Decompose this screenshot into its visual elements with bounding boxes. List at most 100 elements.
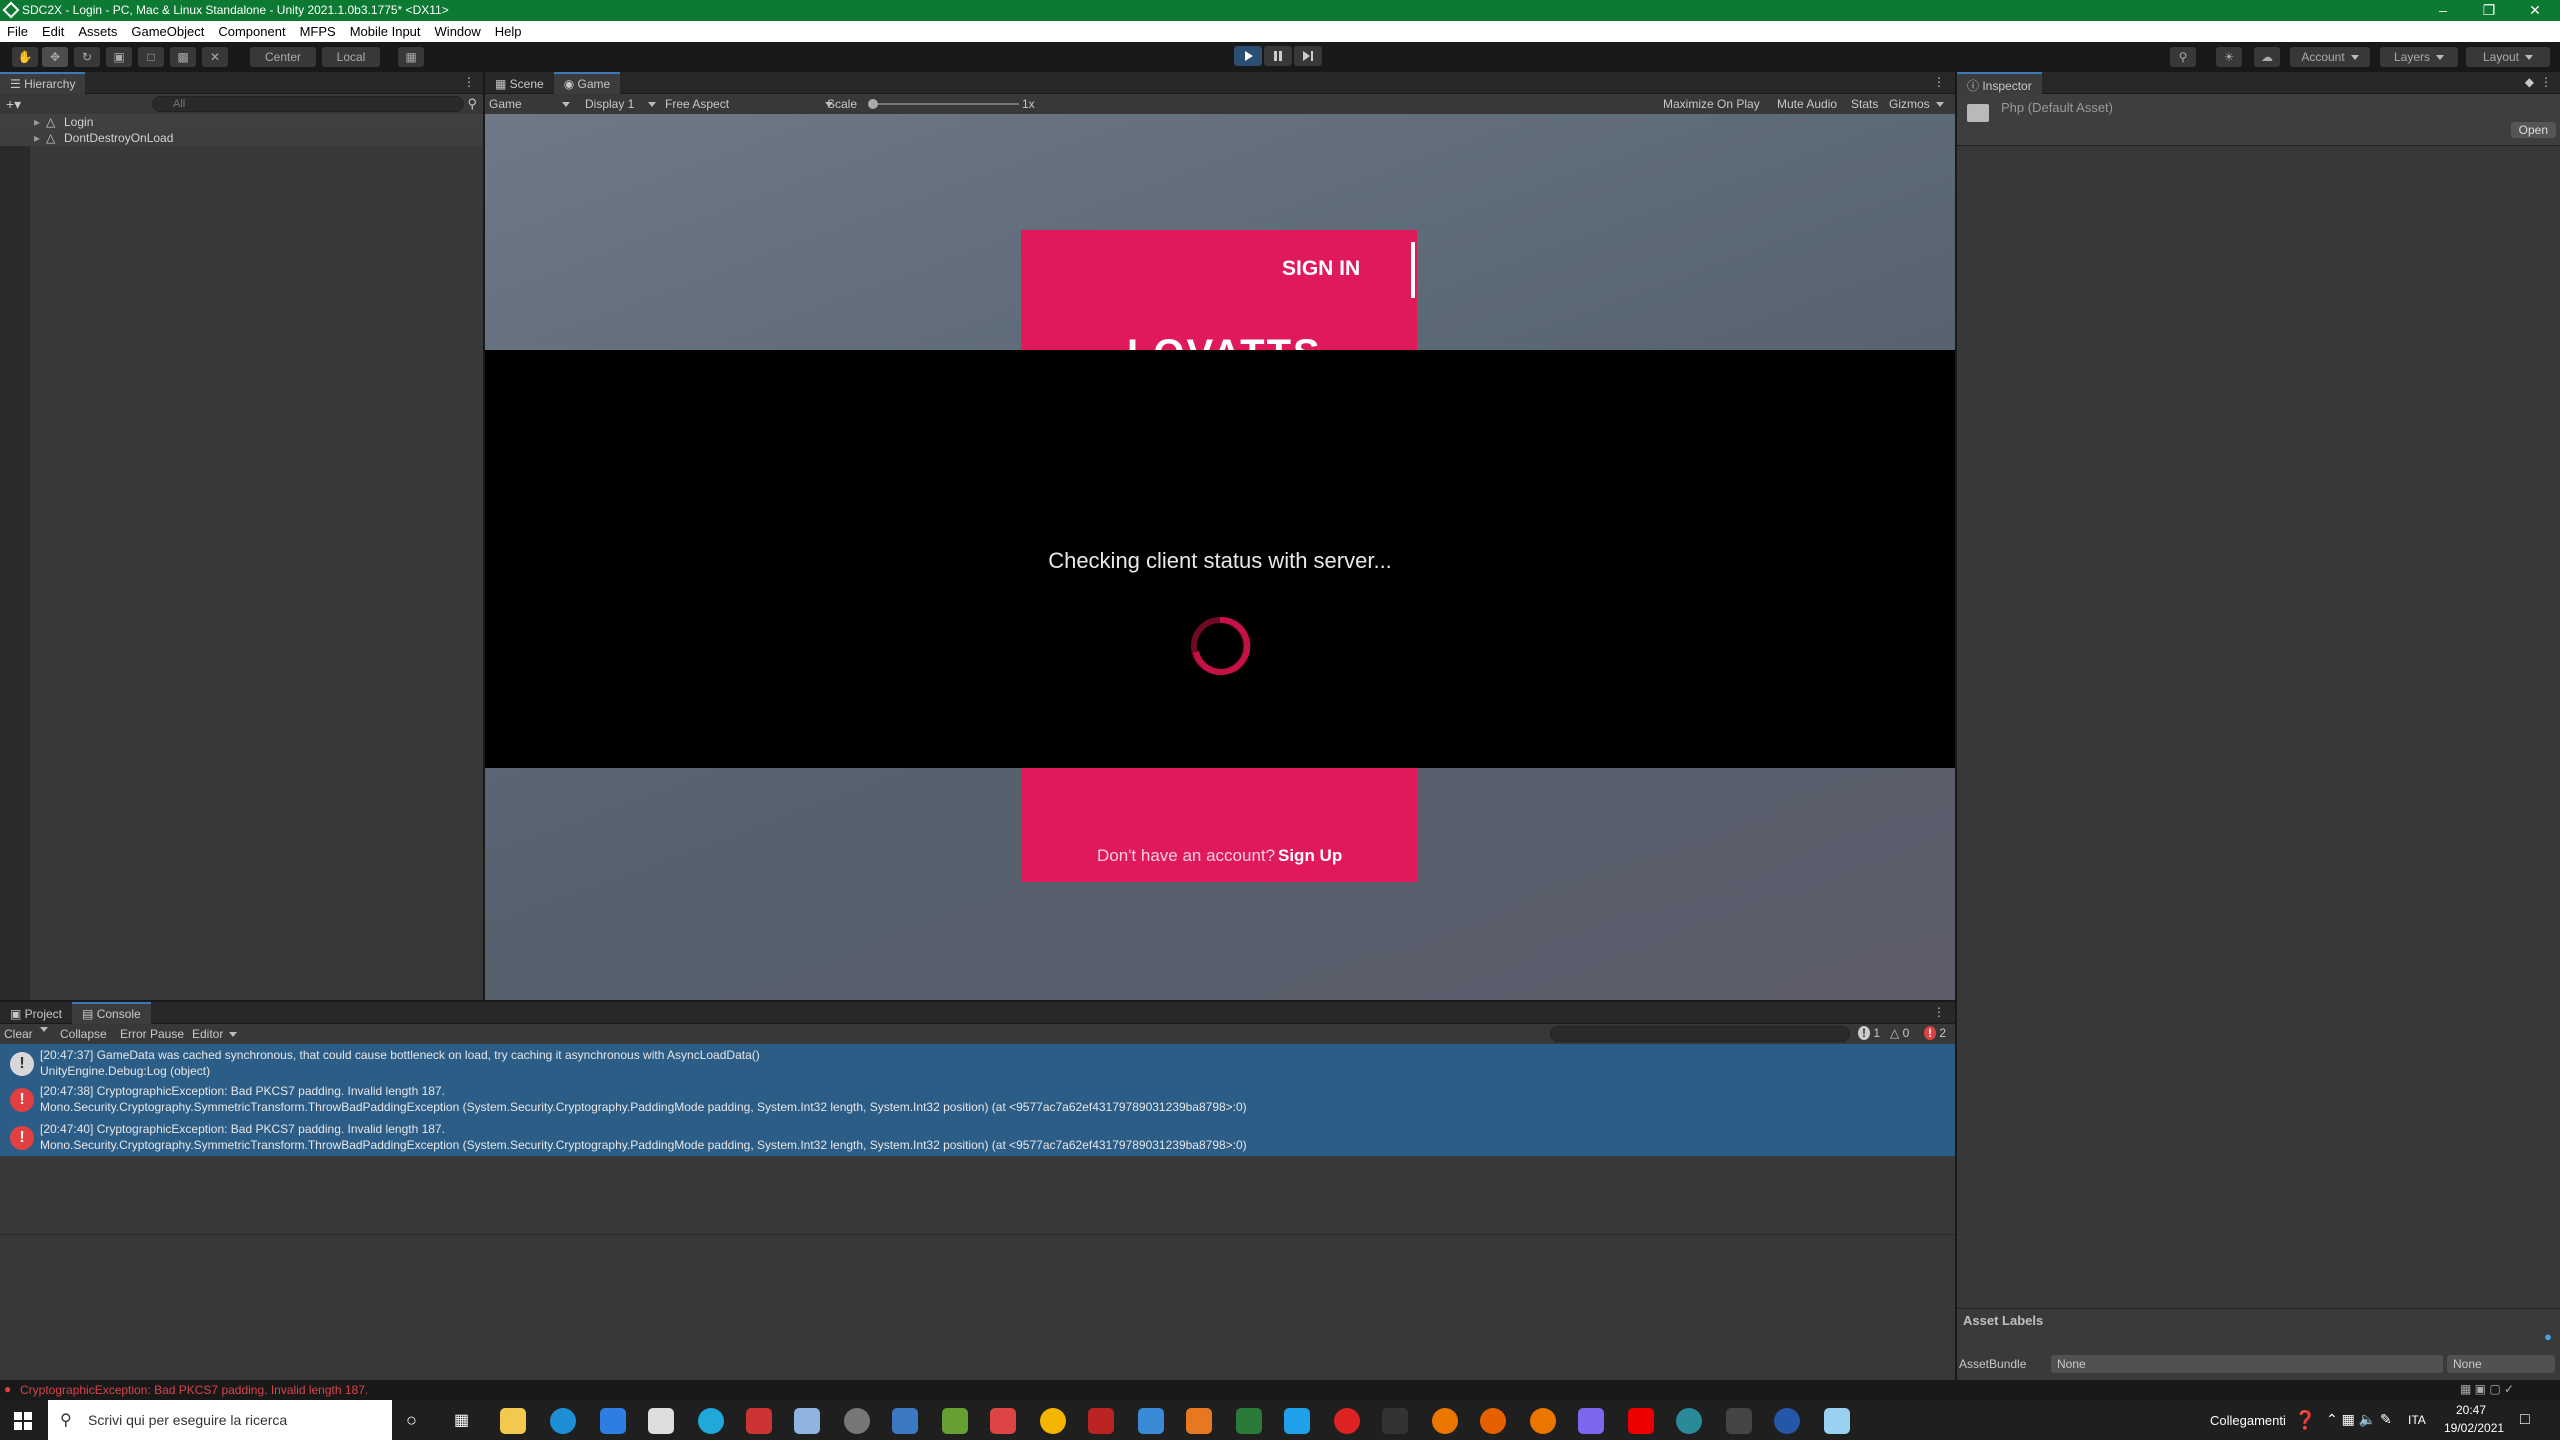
editor-dropdown[interactable]: Editor [192, 1027, 238, 1041]
navy-app-icon[interactable] [1774, 1408, 1800, 1434]
windows-start-icon[interactable] [14, 1412, 32, 1430]
tab-game[interactable]: ◉ Game [553, 72, 621, 94]
notepad-icon[interactable] [1824, 1408, 1850, 1434]
chevron-down-icon[interactable] [40, 1027, 48, 1032]
tab-hierarchy[interactable]: ☰ Hierarchy [0, 72, 86, 94]
snap-icon[interactable]: ▦ [398, 47, 424, 67]
collapse-toggle[interactable]: Collapse [60, 1027, 107, 1041]
display-dropdown[interactable]: Display 1 [585, 97, 657, 111]
nvidia-icon[interactable] [942, 1408, 968, 1434]
tab-console[interactable]: ▤ Console [72, 1002, 151, 1024]
scale-slider[interactable] [868, 99, 1019, 109]
hierarchy-item-dontdestroyonload[interactable]: ▸ △ DontDestroyOnLoad [0, 130, 483, 146]
more-options-icon[interactable]: ⋮ [1933, 1005, 1945, 1019]
file-explorer-icon[interactable] [500, 1408, 526, 1434]
rect-tool-icon[interactable]: □ [138, 47, 164, 67]
network-app-icon[interactable] [844, 1408, 870, 1434]
help-icon[interactable]: ❓ [2294, 1410, 2316, 1431]
language-indicator[interactable]: ITA [2408, 1413, 2426, 1427]
console-row[interactable]: ! [20:47:38] CryptographicException: Bad… [0, 1080, 1955, 1118]
taskbar-search[interactable]: ⚲ Scrivi qui per eseguire la ricerca [48, 1400, 392, 1440]
tray-icons[interactable]: ⌃ ▦ 🔈 ✎ [2326, 1411, 2392, 1428]
rotate-tool-icon[interactable]: ↻ [74, 47, 100, 67]
menu-mobile-input[interactable]: Mobile Input [343, 21, 428, 39]
hierarchy-item-login[interactable]: ▸ △ Login [0, 114, 483, 130]
play-button[interactable] [1234, 46, 1262, 66]
scene-search-icon[interactable]: ⚲ [467, 96, 477, 112]
notification-icon[interactable]: □ [2520, 1411, 2530, 1429]
teal-app-icon[interactable] [1676, 1408, 1702, 1434]
account-dropdown[interactable]: Account [2290, 47, 2370, 67]
open-button[interactable]: Open [2510, 122, 2556, 138]
asset-variant-dropdown[interactable]: None [2447, 1355, 2555, 1373]
menu-mfps[interactable]: MFPS [293, 21, 343, 39]
console-divider[interactable] [0, 1234, 1955, 1235]
blender-icon[interactable] [1432, 1408, 1458, 1434]
scale-slider-handle[interactable] [868, 99, 878, 109]
clock-date[interactable]: 19/02/2021 [2444, 1421, 2504, 1435]
blender-2-icon[interactable] [1530, 1408, 1556, 1434]
more-options-icon[interactable]: ⋮ [1933, 75, 1945, 89]
sign-up-link[interactable]: Sign Up [1278, 846, 1342, 866]
mute-audio-toggle[interactable]: Mute Audio [1777, 97, 1837, 111]
hierarchy-search-input[interactable] [152, 96, 464, 112]
p-app-icon[interactable] [648, 1408, 674, 1434]
firefox-icon[interactable] [1480, 1408, 1506, 1434]
menu-window[interactable]: Window [428, 21, 488, 39]
close-button[interactable]: ✕ [2512, 0, 2558, 21]
stats-toggle[interactable]: Stats [1851, 97, 1878, 111]
status-bar[interactable]: ● CryptographicException: Bad PKCS7 padd… [0, 1380, 2560, 1400]
ds-app-icon[interactable] [1382, 1408, 1408, 1434]
scale-tool-icon[interactable]: ▣ [106, 47, 132, 67]
display-mode-dropdown[interactable]: Game [489, 97, 570, 111]
hand-tool-icon[interactable]: ✋ [12, 47, 38, 67]
aspect-dropdown[interactable]: Free Aspect [665, 97, 834, 111]
dropbox-icon[interactable] [600, 1408, 626, 1434]
info-count-toggle[interactable]: ! 1 [1858, 1026, 1880, 1040]
blue-app-icon[interactable] [1284, 1408, 1310, 1434]
menu-gameobject[interactable]: GameObject [124, 21, 211, 39]
tab-inspector[interactable]: ⓘ Inspector [1957, 72, 2042, 94]
links-toolbar[interactable]: Collegamenti [2210, 1413, 2286, 1428]
cortana-icon[interactable]: ○ [406, 1410, 417, 1431]
search-icon[interactable]: ⚲ [2170, 47, 2196, 67]
clear-button[interactable]: Clear [4, 1027, 33, 1041]
menu-edit[interactable]: Edit [35, 21, 71, 39]
unity-taskbar-icon[interactable] [1726, 1408, 1752, 1434]
edge-icon[interactable] [550, 1408, 576, 1434]
opera-icon[interactable] [1334, 1408, 1360, 1434]
custom-tool-icon[interactable]: ✕ [202, 47, 228, 67]
pause-button[interactable] [1264, 46, 1292, 66]
step-button[interactable] [1294, 46, 1322, 66]
tab-scene[interactable]: ▦ Scene [485, 74, 554, 96]
editor-app-icon[interactable] [794, 1408, 820, 1434]
minimize-button[interactable]: – [2420, 0, 2466, 21]
transform-tool-icon[interactable]: ▩ [170, 47, 196, 67]
cloud-icon[interactable]: ☁ [2254, 47, 2280, 67]
purple-app-icon[interactable] [1578, 1408, 1604, 1434]
menu-component[interactable]: Component [211, 21, 292, 39]
s-app-icon[interactable] [746, 1408, 772, 1434]
pivot-local-toggle[interactable]: Local [322, 47, 380, 67]
pivot-center-toggle[interactable]: Center [250, 47, 316, 67]
maximize-button[interactable]: ❐ [2466, 0, 2512, 21]
more-options-icon[interactable]: ⋮ [463, 75, 475, 89]
sign-in-tab[interactable]: SIGN IN [1282, 257, 1360, 281]
task-view-icon[interactable]: ▦ [454, 1410, 469, 1430]
red-square-app-icon[interactable] [1628, 1408, 1654, 1434]
error-count-toggle[interactable]: ! 2 [1924, 1026, 1946, 1040]
red-app-icon[interactable] [990, 1408, 1016, 1434]
gizmos-dropdown[interactable]: Gizmos [1889, 97, 1944, 111]
shield-app-icon[interactable] [1138, 1408, 1164, 1434]
add-icon[interactable]: +▾ [6, 96, 21, 113]
settings-app-icon[interactable] [698, 1408, 724, 1434]
green-app-icon[interactable] [1236, 1408, 1262, 1434]
layers-dropdown[interactable]: Layers [2380, 47, 2458, 67]
console-row[interactable]: ! [20:47:40] CryptographicException: Bad… [0, 1118, 1955, 1156]
maximize-on-play-toggle[interactable]: Maximize On Play [1663, 97, 1760, 111]
menu-help[interactable]: Help [488, 21, 529, 39]
tab-project[interactable]: ▣ Project [0, 1004, 72, 1026]
filezilla-icon[interactable] [1088, 1408, 1114, 1434]
fire-app-icon[interactable] [1186, 1408, 1212, 1434]
move-tool-icon[interactable]: ✥ [42, 47, 68, 67]
